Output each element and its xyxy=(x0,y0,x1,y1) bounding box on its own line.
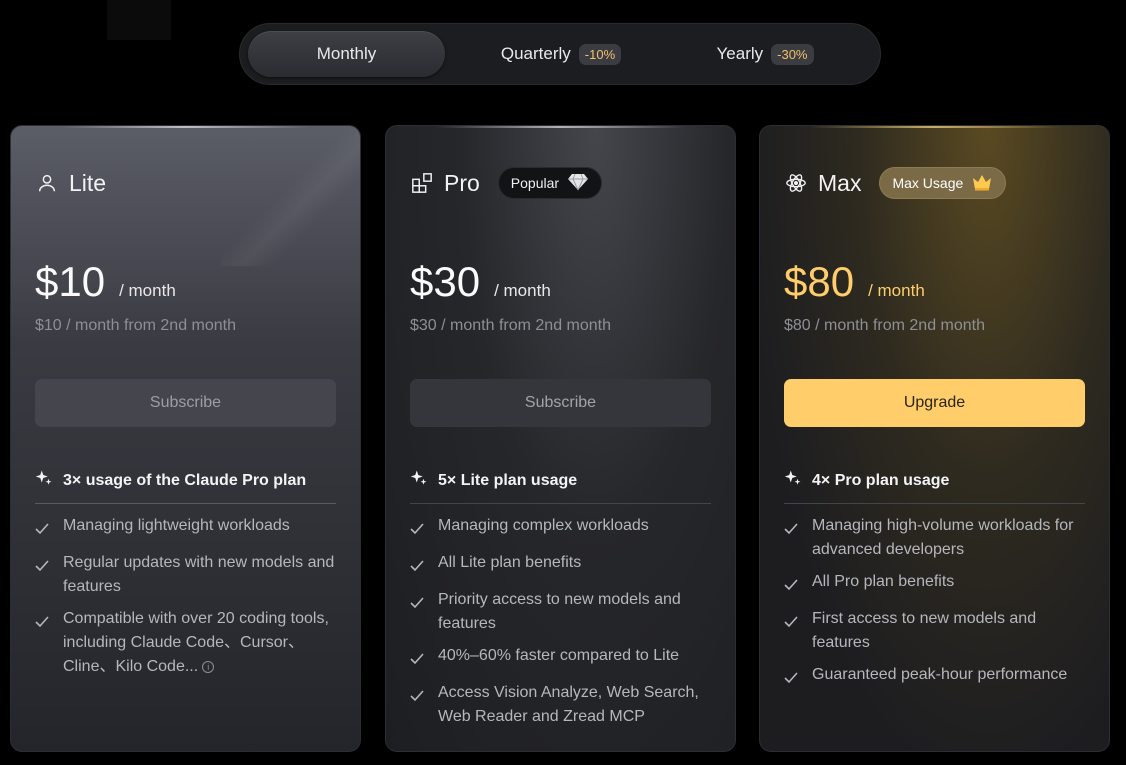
badge-label: Popular xyxy=(510,175,560,191)
divider xyxy=(35,503,336,504)
price-note: $10 / month from 2nd month xyxy=(35,317,236,334)
divider xyxy=(784,503,1085,504)
diamond-icon xyxy=(567,173,589,194)
top-placeholder-block xyxy=(107,0,171,40)
feature-item: Regular updates with new models and feat… xyxy=(35,551,340,599)
price-period: / month xyxy=(868,281,925,300)
discount-badge: -10% xyxy=(578,43,622,65)
plan-card-lite: Lite $10 / month $10 / month from 2nd mo… xyxy=(10,125,361,752)
feature-item: All Pro plan benefits xyxy=(784,570,1089,599)
feature-item: Managing complex workloads xyxy=(410,514,715,543)
sparkle-icon xyxy=(410,469,428,492)
feature-item: All Lite plan benefits xyxy=(410,551,715,580)
billing-option-quarterly[interactable]: Quarterly -10% xyxy=(476,31,646,77)
user-icon xyxy=(35,171,59,195)
price-period: / month xyxy=(494,281,551,300)
feature-text: Managing complex workloads xyxy=(438,517,649,534)
feature-text: All Pro plan benefits xyxy=(812,573,955,590)
check-icon xyxy=(410,644,426,673)
badge-label: Max Usage xyxy=(892,175,964,191)
feature-list: Managing high-volume workloads for advan… xyxy=(784,514,1089,700)
subscribe-button[interactable]: Subscribe xyxy=(410,379,711,427)
divider xyxy=(410,503,711,504)
feature-text: Managing lightweight workloads xyxy=(63,517,290,534)
feature-text: Compatible with over 20 coding tools, in… xyxy=(63,610,329,675)
price-row: $80 / month xyxy=(784,258,925,306)
feature-headline: 3× usage of the Claude Pro plan xyxy=(35,469,306,492)
feature-item: First access to new models and features xyxy=(784,607,1089,655)
feature-item: Managing lightweight workloads xyxy=(35,514,340,543)
billing-option-label: Yearly xyxy=(716,44,764,63)
check-icon xyxy=(410,588,426,636)
feature-text: First access to new models and features xyxy=(812,610,1037,651)
plan-header: Lite xyxy=(35,166,106,200)
feature-text: All Lite plan benefits xyxy=(438,554,582,571)
sparkle-icon xyxy=(784,469,802,492)
check-icon xyxy=(784,570,800,599)
feature-headline-text: 4× Pro plan usage xyxy=(812,471,950,489)
max-usage-badge: Max Usage xyxy=(879,167,1007,199)
check-icon xyxy=(410,681,426,729)
feature-list: Managing lightweight workloads Regular u… xyxy=(35,514,340,687)
check-icon xyxy=(410,514,426,543)
feature-item: Compatible with over 20 coding tools, in… xyxy=(35,607,340,679)
billing-option-monthly[interactable]: Monthly xyxy=(248,31,445,77)
atom-icon xyxy=(784,171,808,195)
feature-text: Priority access to new models and featur… xyxy=(438,591,681,632)
check-icon xyxy=(410,551,426,580)
plan-header: Pro Popular xyxy=(410,166,603,200)
plan-price: $80 xyxy=(784,258,855,305)
check-icon xyxy=(784,607,800,655)
feature-item: Managing high-volume workloads for advan… xyxy=(784,514,1089,562)
check-icon xyxy=(35,514,51,543)
card-sheen xyxy=(220,126,360,266)
feature-item: 40%–60% faster compared to Lite xyxy=(410,644,715,673)
billing-option-yearly[interactable]: Yearly -30% xyxy=(700,31,830,77)
billing-option-label: Quarterly xyxy=(500,44,571,63)
popular-badge: Popular xyxy=(497,167,603,199)
feature-list: Managing complex workloads All Lite plan… xyxy=(410,514,715,737)
price-row: $30 / month xyxy=(410,258,551,306)
price-note: $80 / month from 2nd month xyxy=(784,317,985,334)
feature-item: Guaranteed peak-hour performance xyxy=(784,663,1089,692)
price-note: $30 / month from 2nd month xyxy=(410,317,611,334)
feature-headline: 5× Lite plan usage xyxy=(410,469,577,492)
billing-option-label: Monthly xyxy=(316,44,377,63)
plan-card-pro: Pro Popular $30 / month $30 / month from… xyxy=(385,125,736,752)
check-icon xyxy=(35,607,51,679)
plan-name: Lite xyxy=(69,169,107,196)
feature-item: Priority access to new models and featur… xyxy=(410,588,715,636)
plan-price: $30 xyxy=(410,258,481,305)
feature-text: Regular updates with new models and feat… xyxy=(63,554,335,595)
feature-headline-text: 3× usage of the Claude Pro plan xyxy=(63,471,307,489)
plan-price: $10 xyxy=(35,258,106,305)
feature-headline-text: 5× Lite plan usage xyxy=(438,471,578,489)
feature-text: 40%–60% faster compared to Lite xyxy=(438,647,680,664)
sparkle-icon xyxy=(35,469,53,492)
check-icon xyxy=(784,514,800,562)
feature-text: Guaranteed peak-hour performance xyxy=(812,666,1068,683)
upgrade-button[interactable]: Upgrade xyxy=(784,379,1085,427)
crown-icon xyxy=(971,173,993,194)
feature-headline: 4× Pro plan usage xyxy=(784,469,949,492)
subscribe-button[interactable]: Subscribe xyxy=(35,379,336,427)
plan-name: Pro xyxy=(444,169,480,196)
feature-text: Managing high-volume workloads for advan… xyxy=(812,517,1074,558)
blocks-icon xyxy=(410,171,434,195)
price-row: $10 / month xyxy=(35,258,176,306)
plan-name: Max xyxy=(818,169,862,196)
plan-card-max: Max Max Usage $80 / month $80 / month fr… xyxy=(759,125,1110,752)
check-icon xyxy=(784,663,800,692)
feature-text: Access Vision Analyze, Web Search, Web R… xyxy=(438,684,699,725)
feature-item: Access Vision Analyze, Web Search, Web R… xyxy=(410,681,715,729)
info-icon[interactable]: i xyxy=(202,661,215,673)
check-icon xyxy=(35,551,51,599)
billing-period-toggle: Monthly Quarterly -10% Yearly -30% xyxy=(239,23,881,85)
price-period: / month xyxy=(119,281,176,300)
discount-badge: -30% xyxy=(771,43,814,65)
plan-header: Max Max Usage xyxy=(784,166,1007,200)
